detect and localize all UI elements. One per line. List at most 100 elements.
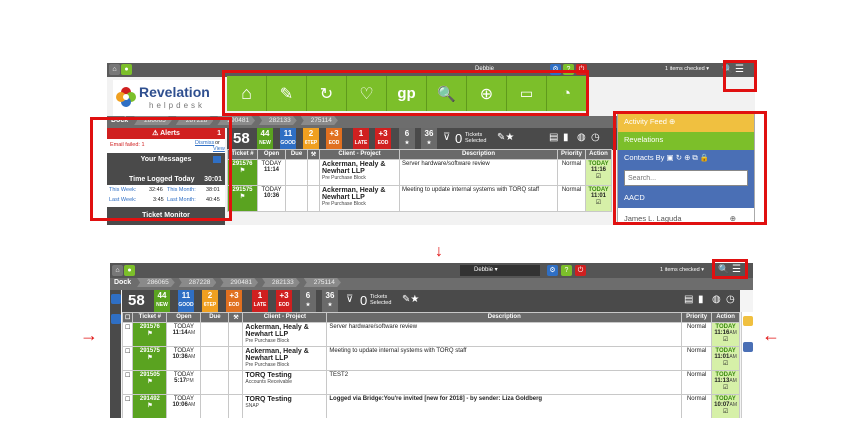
messages-rail-icon[interactable] <box>111 314 121 324</box>
client-cell[interactable]: Ackerman, Healy & Newhart LLP Pre Purchas… <box>319 185 400 212</box>
ticket-number[interactable]: 291575 ⚑ <box>227 185 258 212</box>
col-ticket[interactable]: Ticket # <box>227 149 258 160</box>
description-cell[interactable]: TEST2 <box>326 370 683 395</box>
home-icon[interactable]: ⌂ <box>112 265 123 276</box>
dock-tab[interactable]: 287228 <box>178 278 217 287</box>
status-tile[interactable]: 11 GOOD <box>280 128 296 150</box>
client-cell[interactable]: Ackerman, Healy & Newhart LLP Pre Purchas… <box>319 159 400 186</box>
col-due[interactable]: Due <box>200 312 230 323</box>
bar-chart-icon[interactable]: ▮ <box>698 294 704 305</box>
table-row[interactable]: 291576 ⚑ TODAY 11:14 Ackerman, Healy & New… <box>227 159 612 186</box>
client-cell[interactable]: Ackerman, Healy & Newhart LLP Pre Purchas… <box>242 346 328 371</box>
col-ticket[interactable]: Ticket # <box>132 312 168 323</box>
col-client[interactable]: Client - Project <box>319 149 400 160</box>
filter-icon[interactable]: ⊽ <box>346 294 353 305</box>
table-row[interactable]: ☐ 291492 ⚑ TODAY 10:06AM TORQ Testing SNAP … <box>121 394 740 418</box>
status-tile[interactable]: +3 EOD <box>226 290 242 312</box>
globe-icon[interactable]: ◍ <box>577 132 586 143</box>
ticket-number[interactable]: 291492 ⚑ <box>132 394 168 418</box>
home-icon[interactable]: ⌂ <box>109 64 120 75</box>
filter-icon[interactable]: ⊽ <box>443 132 450 143</box>
status-tile[interactable]: 6 ★ <box>300 290 316 312</box>
status-tile[interactable]: 44 NEW <box>257 128 273 150</box>
status-tile[interactable]: 1 LATE <box>252 290 268 312</box>
status-tile[interactable]: 6 ★ <box>399 128 415 150</box>
items-checked[interactable]: 1 items checked ▾ <box>665 66 709 72</box>
status-tile[interactable]: 11 GOOD <box>178 290 194 312</box>
bulk-edit-icon[interactable]: ✎★ <box>402 294 419 305</box>
description-cell[interactable]: Meeting to update internal systems with … <box>399 185 558 212</box>
table-row[interactable]: ☐ 291505 ⚑ TODAY 5:17PM TORQ Testing Accoun… <box>121 370 740 395</box>
dock-tab[interactable]: 286065 <box>137 278 175 287</box>
chat-icon[interactable]: ● <box>121 64 132 75</box>
description-cell[interactable]: Logged via Bridge:You're invited [new fo… <box>326 394 683 418</box>
description-cell[interactable]: Server hardware/software review <box>326 322 683 347</box>
action-cell[interactable]: TODAY 11:13AM ☑ <box>711 370 740 395</box>
col-priority[interactable]: Priority <box>557 149 586 160</box>
action-cell[interactable]: TODAY 11:01AM ☑ <box>711 346 740 371</box>
clock-icon[interactable]: ◷ <box>726 294 735 305</box>
col-action[interactable]: Action <box>585 149 612 160</box>
settings-icon[interactable]: ⚙ <box>547 265 558 276</box>
status-tile[interactable]: 2 6TEP <box>303 128 319 150</box>
total-count[interactable]: 58 <box>128 292 145 309</box>
action-cell[interactable]: TODAY 11:16 ☑ <box>585 159 612 186</box>
col-description[interactable]: Description <box>399 149 558 160</box>
globe-icon[interactable]: ◍ <box>712 294 721 305</box>
row-checkbox[interactable]: ☐ <box>121 370 134 395</box>
col-tools[interactable]: ⚒ <box>307 149 320 160</box>
clock-icon[interactable]: ◷ <box>591 132 600 143</box>
ticket-number[interactable]: 291576 ⚑ <box>132 322 168 347</box>
status-tile[interactable]: 1 LATE <box>353 128 369 150</box>
ticket-number[interactable]: 291575 ⚑ <box>132 346 168 371</box>
help-icon[interactable]: ? <box>561 265 572 276</box>
dock-tab[interactable]: 282133 <box>259 116 297 125</box>
status-tile[interactable]: +3 EOD <box>375 128 391 150</box>
list-view-icon[interactable]: ▤ <box>684 294 693 305</box>
power-icon[interactable]: ⏻ <box>575 265 586 276</box>
dock-tab[interactable]: 290481 <box>220 278 259 287</box>
ticket-number[interactable]: 291576 ⚑ <box>227 159 258 186</box>
table-row[interactable]: ☐ 291576 ⚑ TODAY 11:14AM Ackerman, Healy &… <box>121 322 740 347</box>
bar-chart-icon[interactable]: ▮ <box>563 132 569 143</box>
col-description[interactable]: Description <box>326 312 683 323</box>
status-tile[interactable]: 36 ★ <box>421 128 437 150</box>
client-cell[interactable]: TORQ Testing SNAP <box>242 394 328 418</box>
items-checked[interactable]: 1 items checked ▾ <box>660 267 704 273</box>
client-cell[interactable]: Ackerman, Healy & Newhart LLP Pre Purchas… <box>242 322 328 347</box>
description-cell[interactable]: Meeting to update internal systems with … <box>326 346 683 371</box>
table-row[interactable]: 291575 ⚑ TODAY 10:36 Ackerman, Healy & New… <box>227 185 612 212</box>
action-cell[interactable]: TODAY 11:16AM ☑ <box>711 322 740 347</box>
status-tile[interactable]: +3 EOD <box>276 290 292 312</box>
description-cell[interactable]: Server hardware/software review <box>399 159 558 186</box>
alerts-rail-icon[interactable] <box>111 294 121 304</box>
status-tile[interactable]: 44 NEW <box>154 290 170 312</box>
col-due[interactable]: Due <box>285 149 308 160</box>
dock-tab[interactable]: 275114 <box>303 278 341 287</box>
status-tile[interactable]: +3 EOD <box>326 128 342 150</box>
row-checkbox[interactable]: ☐ <box>121 322 134 347</box>
user-menu[interactable]: Debbie ▾ <box>460 265 540 276</box>
col-tools[interactable]: ⚒ <box>228 312 244 323</box>
status-tile[interactable]: 36 ★ <box>322 290 338 312</box>
col-open[interactable]: Open <box>166 312 202 323</box>
col-open[interactable]: Open <box>257 149 286 160</box>
ticket-number[interactable]: 291505 ⚑ <box>132 370 168 395</box>
col-priority[interactable]: Priority <box>681 312 713 323</box>
bulk-edit-icon[interactable]: ✎★ <box>497 132 514 143</box>
client-cell[interactable]: TORQ Testing Accounts Receivable <box>242 370 328 395</box>
action-cell[interactable]: TODAY 10:07AM ☑ <box>711 394 740 418</box>
status-tile[interactable]: 2 6TEP <box>202 290 218 312</box>
col-select[interactable]: ☐ <box>121 312 134 323</box>
dock-tab[interactable]: 282133 <box>262 278 300 287</box>
col-client[interactable]: Client - Project <box>242 312 328 323</box>
revelation-rail-icon[interactable] <box>743 316 753 326</box>
list-view-icon[interactable]: ▤ <box>549 132 558 143</box>
row-checkbox[interactable]: ☐ <box>121 394 134 418</box>
contacts-rail-icon[interactable] <box>743 342 753 352</box>
total-count[interactable]: 58 <box>233 130 250 147</box>
dock-tab[interactable]: 275114 <box>300 116 338 125</box>
col-action[interactable]: Action <box>711 312 740 323</box>
action-cell[interactable]: TODAY 11:01 ☑ <box>585 185 612 212</box>
table-row[interactable]: ☐ 291575 ⚑ TODAY 10:36AM Ackerman, Healy &… <box>121 346 740 371</box>
